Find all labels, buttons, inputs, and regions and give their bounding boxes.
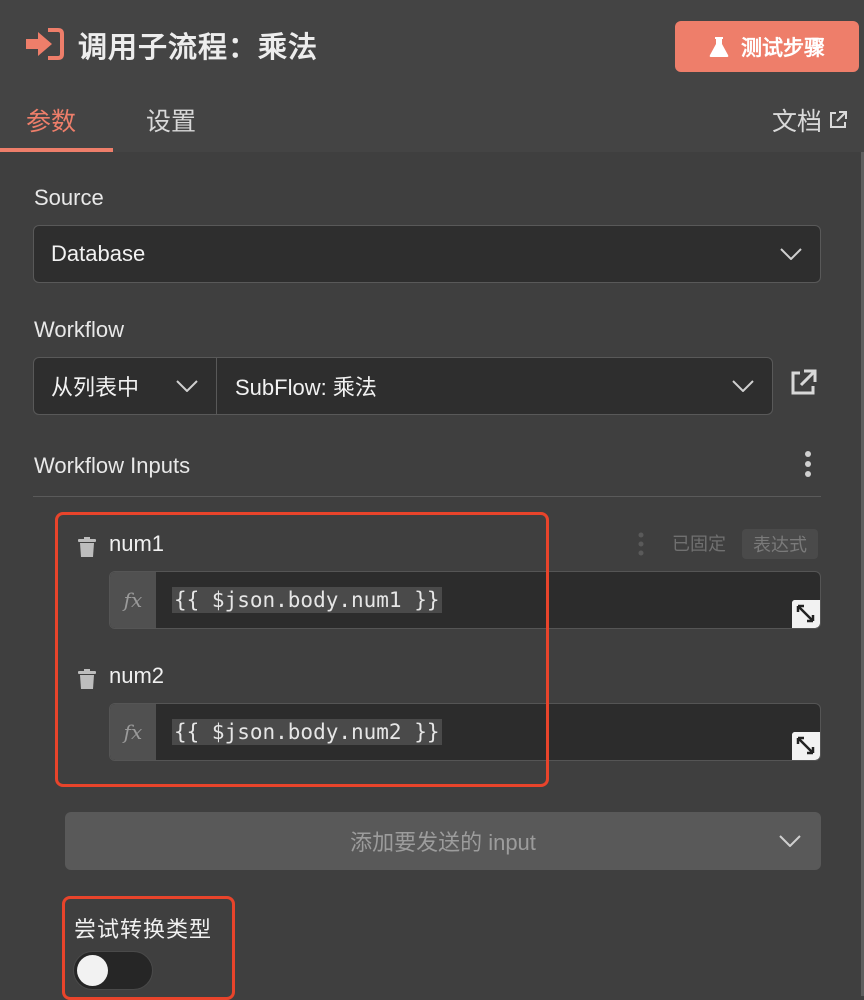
docs-label: 文档 xyxy=(772,108,823,136)
tab-parameters[interactable]: 参数 xyxy=(26,102,76,138)
docs-link[interactable]: 文档 xyxy=(772,102,848,138)
source-select[interactable]: Database xyxy=(33,225,821,283)
workflow-value-select[interactable]: SubFlow: 乘法 xyxy=(218,358,772,414)
chevron-down-icon xyxy=(780,248,802,260)
workflow-mode-select[interactable]: 从列表中 xyxy=(34,358,217,414)
highlight-frame-toggle xyxy=(62,896,235,1000)
highlight-frame-inputs xyxy=(55,512,549,787)
test-step-label: 测试步骤 xyxy=(741,36,825,60)
workflow-inputs-label: Workflow Inputs xyxy=(34,453,191,478)
node-header: 调用子流程：乘法 测试步骤 参数 设置 文档 xyxy=(0,0,864,152)
tab-settings[interactable]: 设置 xyxy=(146,102,196,138)
drag-handle-icon[interactable] xyxy=(637,532,645,556)
workflow-value: SubFlow: 乘法 xyxy=(235,375,377,400)
external-link-icon xyxy=(830,111,848,128)
add-input-placeholder: 添加要发送的 input xyxy=(350,830,536,855)
workflow-label: Workflow xyxy=(34,317,125,342)
flask-icon xyxy=(709,36,729,57)
workflow-mode-value: 从列表中 xyxy=(51,375,140,400)
open-workflow-icon[interactable] xyxy=(788,368,818,398)
chevron-down-icon xyxy=(732,380,754,392)
chevron-down-icon xyxy=(176,380,198,392)
workflow-select: 从列表中 SubFlow: 乘法 xyxy=(33,357,773,415)
active-tab-indicator xyxy=(0,148,113,152)
select-divider xyxy=(216,357,217,414)
node-title: 调用子流程：乘法 xyxy=(78,32,319,64)
source-label: Source xyxy=(34,185,104,210)
chevron-down-icon xyxy=(779,835,801,847)
more-options-icon[interactable] xyxy=(803,450,813,478)
section-divider xyxy=(33,496,821,497)
source-value: Database xyxy=(51,241,146,266)
add-input-select[interactable]: 添加要发送的 input xyxy=(65,812,821,870)
sign-in-icon xyxy=(26,28,64,60)
expand-icon[interactable] xyxy=(792,600,820,628)
expand-icon[interactable] xyxy=(792,732,820,760)
expression-option[interactable]: 表达式 xyxy=(742,529,818,559)
pinned-option[interactable]: 已固定 xyxy=(672,530,726,556)
test-step-button[interactable]: 测试步骤 xyxy=(675,21,859,72)
